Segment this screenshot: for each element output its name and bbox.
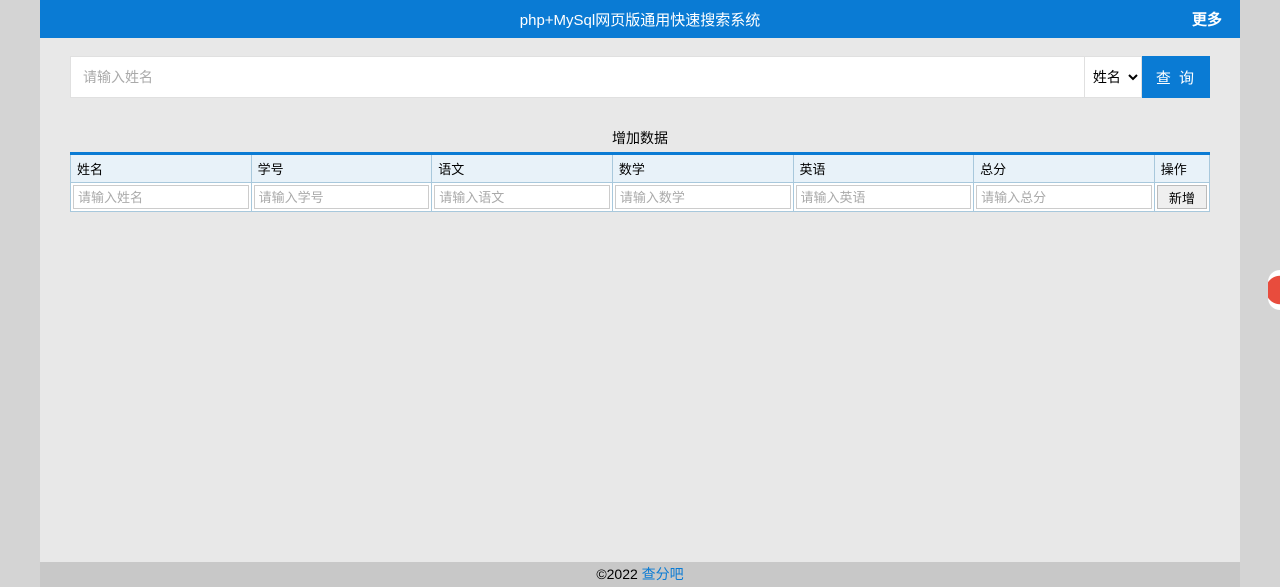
header-title: php+MySql网页版通用快速搜索系统: [520, 9, 760, 30]
footer: ©2022 查分吧: [40, 562, 1240, 587]
add-data-section: 增加数据 姓名 学号 语文 数学 英语 总分 操作: [40, 128, 1240, 212]
input-zongfen[interactable]: [976, 185, 1152, 209]
header-bar: php+MySql网页版通用快速搜索系统 更多: [40, 0, 1240, 38]
page-wrapper: php+MySql网页版通用快速搜索系统 更多 姓名 查 询 增加数据 姓名 学…: [40, 0, 1240, 562]
col-header-name: 姓名: [71, 154, 252, 183]
search-field-select[interactable]: 姓名: [1085, 56, 1142, 98]
table-header-row: 姓名 学号 语文 数学 英语 总分 操作: [71, 154, 1210, 183]
input-yuwen[interactable]: [434, 185, 610, 209]
col-header-caozuo: 操作: [1154, 154, 1209, 183]
search-button[interactable]: 查 询: [1142, 56, 1210, 98]
side-badge-icon[interactable]: [1268, 270, 1280, 310]
table-input-row: 新增: [71, 183, 1210, 212]
col-header-yuwen: 语文: [432, 154, 613, 183]
input-name[interactable]: [73, 185, 249, 209]
data-table: 姓名 学号 语文 数学 英语 总分 操作 新增: [70, 152, 1210, 212]
input-shuxue[interactable]: [615, 185, 791, 209]
col-header-zongfen: 总分: [974, 154, 1155, 183]
col-header-yingyu: 英语: [793, 154, 974, 183]
footer-copyright: ©2022: [596, 566, 641, 582]
more-link[interactable]: 更多: [1192, 9, 1222, 30]
search-input[interactable]: [70, 56, 1085, 98]
footer-link[interactable]: 查分吧: [642, 566, 684, 582]
col-header-shuxue: 数学: [612, 154, 793, 183]
add-data-title: 增加数据: [70, 128, 1210, 148]
add-button[interactable]: 新增: [1157, 185, 1207, 209]
input-xuehao[interactable]: [254, 185, 430, 209]
search-area: 姓名 查 询: [40, 38, 1240, 98]
col-header-xuehao: 学号: [251, 154, 432, 183]
input-yingyu[interactable]: [796, 185, 972, 209]
